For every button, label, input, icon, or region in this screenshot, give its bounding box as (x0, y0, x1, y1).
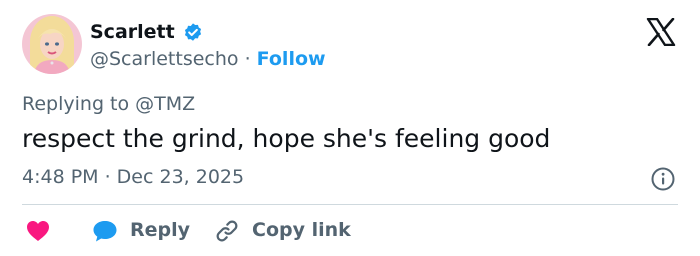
author-display-name[interactable]: Scarlett (90, 20, 175, 44)
action-bar: Reply Copy link (0, 212, 700, 248)
divider (22, 204, 678, 205)
tweet-text: respect the grind, hope she's feeling go… (22, 124, 551, 153)
tweet-card: Scarlett @Scarlettsecho · Follow Replyin… (0, 0, 700, 256)
tweet-timestamp[interactable]: 4:48 PM · Dec 23, 2025 (22, 165, 244, 189)
heart-icon[interactable] (26, 220, 50, 242)
replying-to-line: Replying to @TMZ (22, 92, 195, 116)
reply-label: Reply (130, 219, 191, 241)
verified-badge-icon (184, 23, 202, 41)
replying-to-mention[interactable]: @TMZ (135, 93, 195, 115)
link-icon (216, 220, 238, 242)
x-logo-icon[interactable] (646, 18, 676, 46)
author-handle-row: @Scarlettsecho · Follow (90, 47, 326, 71)
info-icon[interactable] (650, 166, 676, 192)
follow-link[interactable]: Follow (257, 48, 326, 70)
reply-bubble-icon (93, 221, 117, 242)
replying-prefix: Replying to (22, 93, 130, 115)
handle-separator: · (244, 48, 251, 70)
author-handle[interactable]: @Scarlettsecho (90, 48, 239, 70)
copy-link-label: Copy link (252, 219, 351, 241)
avatar[interactable] (22, 14, 82, 74)
